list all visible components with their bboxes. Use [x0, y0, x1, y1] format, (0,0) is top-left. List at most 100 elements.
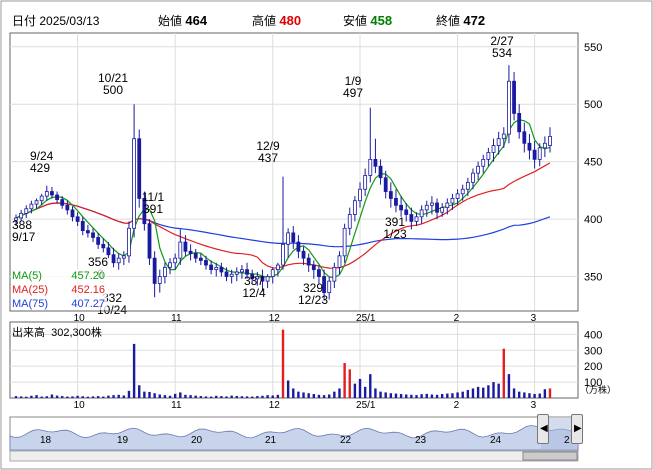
- volume-bar: [225, 396, 228, 398]
- candle-body: [455, 193, 460, 199]
- volume-bar: [184, 394, 187, 398]
- candle-body: [311, 264, 316, 271]
- volume-bar: [235, 395, 238, 398]
- candle-body: [542, 142, 547, 149]
- volume-bar: [173, 393, 177, 398]
- navigator-scroll-thumb[interactable]: [522, 451, 578, 461]
- volume-bar: [322, 395, 326, 398]
- volume-bar: [61, 396, 64, 398]
- volume-bar: [507, 374, 511, 398]
- volume-bar: [199, 396, 203, 398]
- annotation-price: 500: [103, 83, 123, 97]
- volume-bar: [40, 396, 43, 398]
- candle-body: [127, 227, 131, 257]
- candle-body: [465, 181, 470, 190]
- volume-bar: [348, 369, 351, 398]
- volume-bar: [102, 396, 105, 398]
- volume-bar: [317, 394, 321, 398]
- volume-bar: [492, 382, 495, 398]
- candle-body: [491, 145, 496, 153]
- candle-body: [404, 209, 409, 215]
- volume-bar: [425, 393, 428, 398]
- navigator-right-handle[interactable]: ▶: [571, 414, 583, 444]
- volume-bar: [194, 395, 197, 398]
- volume-bar: [394, 393, 398, 398]
- candle-body: [55, 194, 59, 200]
- volume-bar: [138, 385, 141, 398]
- candle-body: [414, 216, 419, 222]
- legend-value: 407.27: [71, 298, 105, 310]
- date-value: 2025/03/13: [39, 14, 100, 28]
- candle-body: [157, 276, 162, 284]
- volume-bar: [158, 394, 161, 398]
- candle-body: [512, 80, 516, 114]
- volume-bar: [482, 387, 485, 398]
- candle-body: [496, 138, 501, 146]
- navigator-label: 19: [117, 435, 129, 446]
- candle-body: [517, 113, 522, 133]
- legend-name: MA(25): [12, 284, 48, 296]
- volume-bar: [240, 396, 244, 398]
- volume-x-label: 12: [269, 400, 281, 411]
- navigator-label: 21: [265, 435, 277, 446]
- low-label: 安値: [343, 14, 368, 28]
- candle-body: [301, 250, 306, 259]
- volume-bar: [250, 396, 254, 398]
- candle-body: [39, 195, 44, 202]
- low-value: 458: [370, 13, 393, 28]
- volume-bar: [533, 394, 536, 398]
- volume-bar: [35, 395, 38, 398]
- candle-body: [188, 250, 193, 254]
- volume-title: 出来高 302,300株: [12, 324, 102, 340]
- legend-value: 452.16: [71, 284, 105, 296]
- volume-bar: [127, 390, 131, 398]
- candle-body: [317, 269, 321, 277]
- candle-body: [327, 280, 332, 294]
- navigator-scrollbar[interactable]: [9, 450, 579, 462]
- volume-bar: [415, 395, 418, 398]
- volume-bar: [389, 393, 393, 398]
- volume-bar: [204, 396, 208, 398]
- candle-body: [152, 257, 157, 284]
- candle-body: [106, 247, 111, 256]
- candle-body: [265, 276, 270, 282]
- candle-body: [352, 200, 357, 215]
- volume-bar: [440, 394, 444, 398]
- volume-bar: [369, 374, 372, 398]
- candle-body: [548, 135, 552, 146]
- volume-bar: [451, 393, 454, 398]
- annotation-price: 534: [492, 46, 512, 60]
- volume-bar: [312, 394, 316, 398]
- volume-bar: [512, 388, 516, 398]
- candle-body: [358, 188, 362, 202]
- volume-x-label: 10: [74, 400, 86, 411]
- volume-bar: [30, 395, 33, 398]
- annotation-date: 1/23: [383, 227, 407, 241]
- header-date: 日付 2025/03/13: [12, 12, 99, 29]
- volume-bar: [189, 395, 192, 398]
- close-value: 472: [463, 13, 486, 28]
- candle-body: [291, 232, 296, 243]
- candle-body: [501, 133, 506, 140]
- candle-body: [476, 165, 481, 174]
- navigator-left-handle[interactable]: ◀: [537, 414, 549, 444]
- volume-bar: [256, 396, 259, 398]
- candle-body: [419, 209, 424, 218]
- volume-bar: [132, 343, 136, 398]
- candle-body: [224, 271, 229, 277]
- candle-body: [116, 257, 121, 264]
- volume-bar: [358, 378, 362, 398]
- volume-bar: [476, 386, 480, 398]
- header-open: 始値 464: [158, 12, 207, 29]
- candle-body: [121, 255, 126, 259]
- volume-bar: [538, 393, 541, 398]
- header-high: 高値 480: [252, 12, 301, 29]
- candle-body: [50, 191, 54, 196]
- volume-bar: [215, 395, 218, 398]
- navigator-label: 20: [191, 435, 203, 446]
- candle-body: [424, 204, 429, 211]
- ma-legend: MA(5) 457.20 MA(25) 452.16 MA(75) 407.27: [11, 269, 107, 310]
- candle-body: [445, 202, 450, 209]
- candle-body: [111, 254, 116, 264]
- volume-x-label: 25/1: [356, 400, 376, 411]
